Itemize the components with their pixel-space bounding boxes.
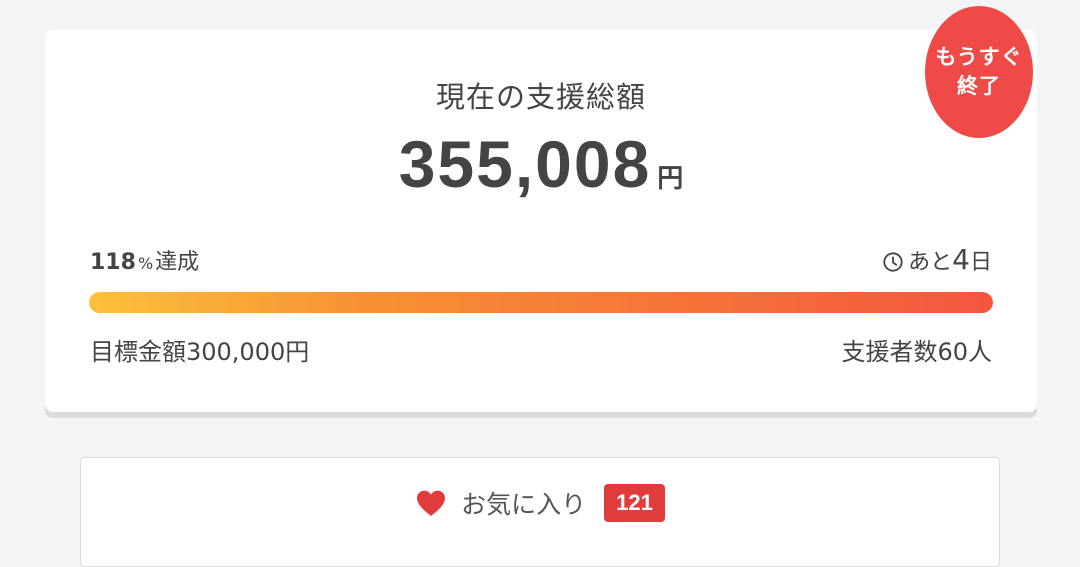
remaining-days: 4 bbox=[952, 243, 970, 276]
goal-amount: 目標金額300,000円 bbox=[90, 338, 310, 366]
achievement-rate: 118 %達成 bbox=[90, 244, 199, 276]
remaining-suffix: 日 bbox=[969, 249, 992, 275]
ending-soon-line2: 終了 bbox=[957, 74, 1001, 98]
total-funding-title: 現在の支援総額 bbox=[435, 80, 646, 114]
achievement-rate-number: 118 bbox=[90, 250, 136, 275]
remaining-prefix: あと bbox=[908, 249, 953, 275]
heart-icon bbox=[417, 490, 446, 516]
total-amount-currency: 円 bbox=[657, 164, 684, 194]
favorite-count-badge: 121 bbox=[604, 484, 665, 522]
total-amount: 355,008 円 bbox=[45, 126, 1037, 202]
total-amount-value: 355,008 bbox=[398, 127, 652, 201]
ending-soon-badge: もうすぐ 終了 bbox=[925, 6, 1033, 138]
progress-bar bbox=[89, 292, 993, 313]
clock-icon bbox=[883, 251, 903, 272]
backer-count: 支援者数60人 bbox=[841, 338, 992, 366]
achievement-rate-percent: % bbox=[137, 254, 154, 273]
remaining-time: あと 4 日 bbox=[882, 243, 992, 276]
favorite-button-content: お気に入り 121 bbox=[81, 484, 999, 522]
favorite-button[interactable]: お気に入り 121 bbox=[80, 457, 1000, 567]
progress-bar-fill bbox=[89, 292, 993, 313]
achievement-rate-suffix: 達成 bbox=[155, 250, 200, 275]
favorite-label: お気に入り bbox=[461, 490, 587, 519]
ending-soon-line1: もうすぐ bbox=[935, 45, 1023, 69]
